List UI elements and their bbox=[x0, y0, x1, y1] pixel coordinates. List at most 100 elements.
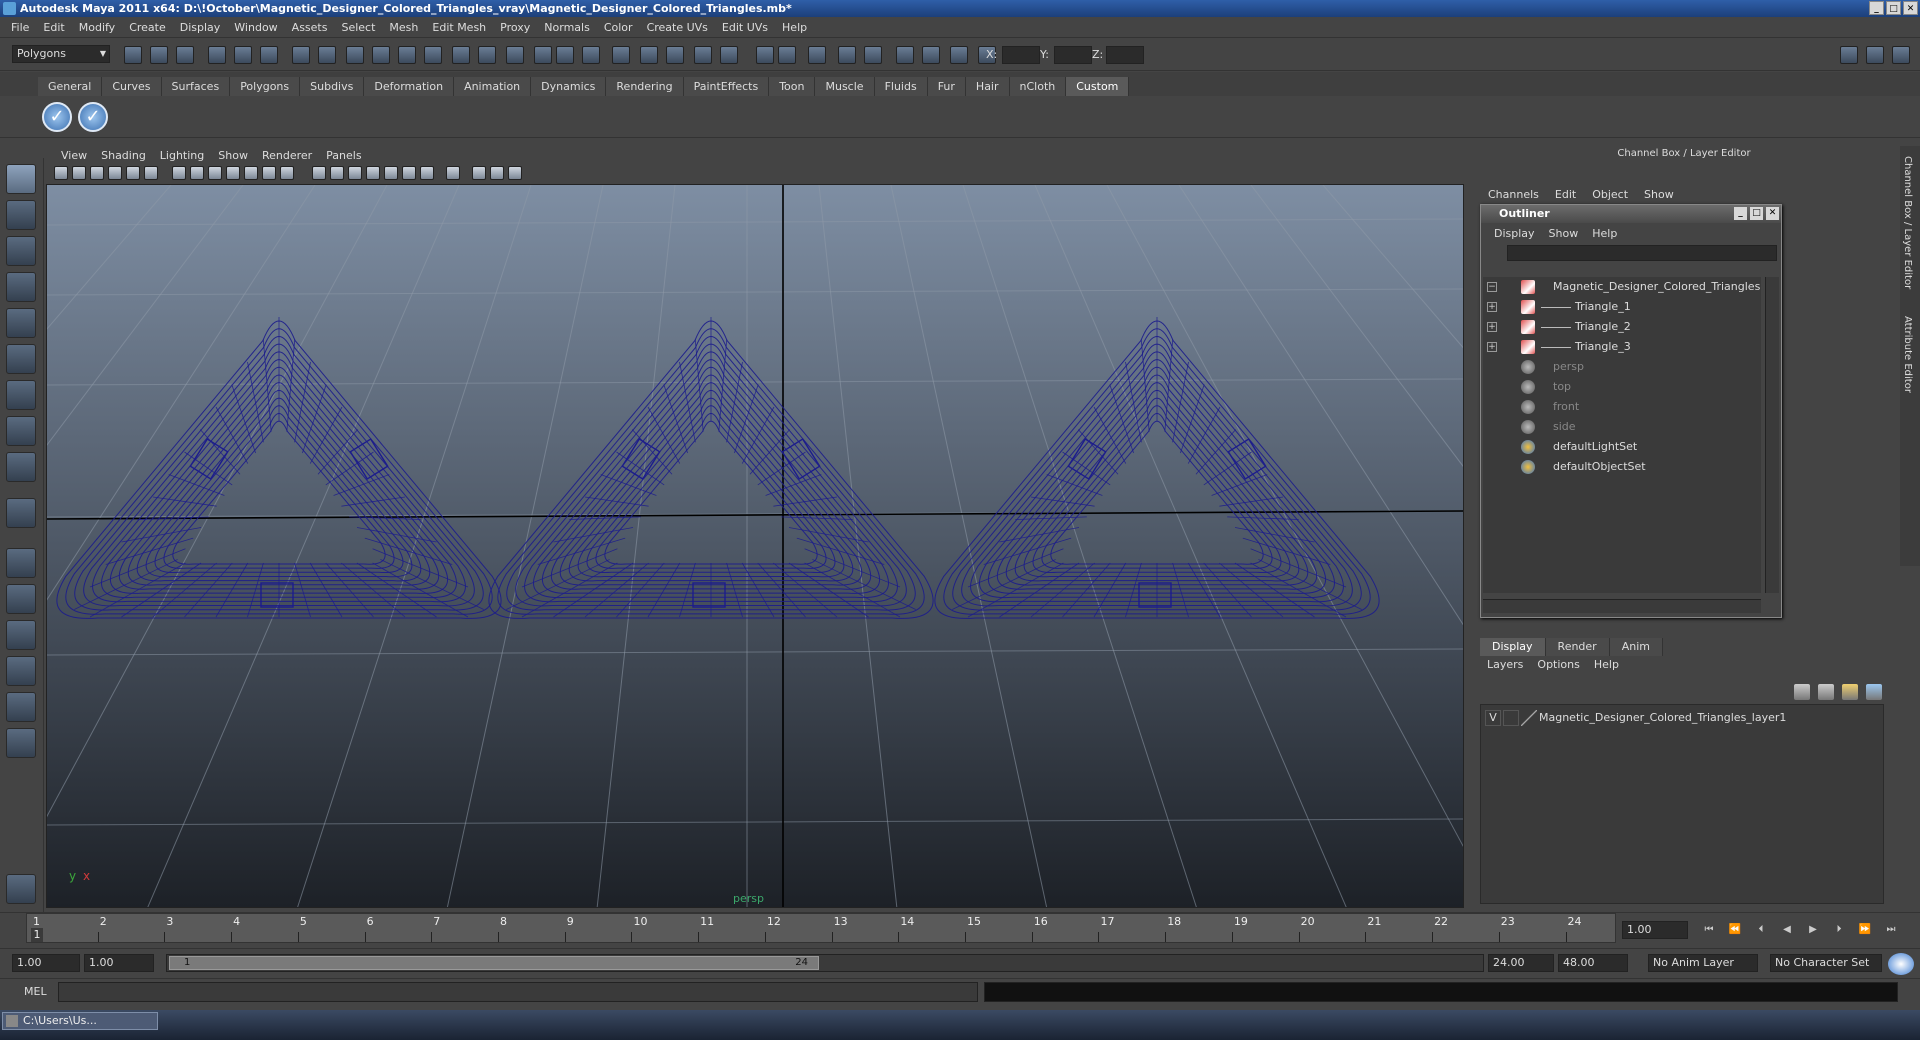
layer-color-swatch[interactable] bbox=[1521, 710, 1537, 726]
universal-manipulator-icon[interactable] bbox=[6, 380, 36, 410]
side-tab-attribute-editor[interactable]: Attribute Editor bbox=[1902, 316, 1913, 393]
shelf-tab-animation[interactable]: Animation bbox=[454, 77, 532, 96]
channel-box-menu-object[interactable]: Object bbox=[1584, 188, 1636, 201]
playback-start-field[interactable]: 1.00 bbox=[84, 954, 154, 972]
status-tool-icon-12[interactable] bbox=[424, 46, 442, 64]
side-tab-channel-box[interactable]: Channel Box / Layer Editor bbox=[1902, 156, 1913, 289]
status-tool-icon-10[interactable] bbox=[372, 46, 390, 64]
status-tool-icon-19[interactable] bbox=[612, 46, 630, 64]
viewport-tool-icon-1[interactable] bbox=[54, 166, 68, 180]
animation-start-field[interactable]: 1.00 bbox=[12, 954, 80, 972]
expand-icon[interactable]: − bbox=[1487, 282, 1497, 292]
outliner-item[interactable]: top bbox=[1483, 377, 1761, 397]
animation-end-field[interactable]: 48.00 bbox=[1558, 954, 1628, 972]
outliner-item[interactable]: persp bbox=[1483, 357, 1761, 377]
shelf-tab-custom[interactable]: Custom bbox=[1066, 77, 1130, 96]
status-tool-icon-31[interactable] bbox=[950, 46, 968, 64]
shelf-tab-general[interactable]: General bbox=[38, 77, 103, 96]
viewport-tool-icon-18[interactable] bbox=[384, 166, 398, 180]
range-bar[interactable]: 1 24 bbox=[166, 954, 1484, 972]
four-view-layout-icon[interactable] bbox=[6, 584, 36, 614]
shelf-tab-subdivs[interactable]: Subdivs bbox=[300, 77, 365, 96]
shelf-tab-toon[interactable]: Toon bbox=[769, 77, 816, 96]
status-tool-icon-14[interactable] bbox=[478, 46, 496, 64]
paint-select-tool-icon[interactable] bbox=[6, 236, 36, 266]
menu-window[interactable]: Window bbox=[227, 21, 284, 34]
menu-select[interactable]: Select bbox=[334, 21, 382, 34]
status-tool-icon-24[interactable] bbox=[756, 46, 774, 64]
viewport-tool-icon-13[interactable] bbox=[280, 166, 294, 180]
hypershade-persp-layout-icon[interactable] bbox=[6, 692, 36, 722]
status-tool-icon-18[interactable] bbox=[582, 46, 600, 64]
status-tool-icon-3[interactable] bbox=[176, 46, 194, 64]
step-forward-frame-icon[interactable]: ⏩ bbox=[1858, 923, 1872, 937]
status-tool-icon-6[interactable] bbox=[260, 46, 278, 64]
scene-canvas[interactable] bbox=[47, 185, 1464, 908]
outliner-item[interactable]: defaultObjectSet bbox=[1483, 457, 1761, 477]
y-field[interactable] bbox=[1054, 46, 1092, 64]
shelf-tab-ncloth[interactable]: nCloth bbox=[1009, 77, 1067, 96]
layer-option-icon-1[interactable] bbox=[1842, 684, 1858, 700]
x-field[interactable] bbox=[1002, 46, 1040, 64]
layer-option-icon-2[interactable] bbox=[1866, 684, 1882, 700]
soft-modification-icon[interactable] bbox=[6, 416, 36, 446]
status-tool-icon-29[interactable] bbox=[896, 46, 914, 64]
command-language-label[interactable]: MEL bbox=[6, 984, 56, 1000]
viewport-tool-icon-6[interactable] bbox=[144, 166, 158, 180]
menu-proxy[interactable]: Proxy bbox=[493, 21, 537, 34]
z-field[interactable] bbox=[1106, 46, 1144, 64]
shelf-tab-rendering[interactable]: Rendering bbox=[606, 77, 684, 96]
taskbar-item[interactable]: C:\Users\Us... bbox=[2, 1012, 158, 1030]
time-ruler[interactable]: 1 2 3 4 5 6 7 8 9 10 11 12 13 14 15 16 17 18 19 20 21 22 23 24 1 bbox=[26, 913, 1616, 943]
single-perspective-layout-icon[interactable] bbox=[6, 548, 36, 578]
step-forward-key-icon[interactable]: ⏵ bbox=[1832, 923, 1846, 937]
shelf-tab-deformation[interactable]: Deformation bbox=[364, 77, 455, 96]
viewport-menu-lighting[interactable]: Lighting bbox=[153, 149, 211, 162]
outliner-maximize-button[interactable]: □ bbox=[1750, 207, 1763, 220]
play-forwards-icon[interactable]: ▶ bbox=[1806, 923, 1820, 937]
new-layer-selected-icon[interactable] bbox=[1818, 684, 1834, 700]
outliner-menu-show[interactable]: Show bbox=[1542, 227, 1586, 240]
viewport-tool-icon-8[interactable] bbox=[190, 166, 204, 180]
move-tool-icon[interactable] bbox=[6, 272, 36, 302]
menu-set-selector[interactable]: Polygons bbox=[12, 45, 110, 63]
shelf-tab-polygons[interactable]: Polygons bbox=[230, 77, 301, 96]
status-tool-icon-16[interactable] bbox=[534, 46, 552, 64]
viewport-menu-view[interactable]: View bbox=[54, 149, 94, 162]
new-layer-icon[interactable] bbox=[1794, 684, 1810, 700]
snap-icon[interactable] bbox=[6, 874, 36, 904]
status-tool-icon-25[interactable] bbox=[778, 46, 796, 64]
outliner-close-button[interactable]: ✕ bbox=[1766, 207, 1779, 220]
viewport-tool-icon-16[interactable] bbox=[348, 166, 362, 180]
layer-menu-options[interactable]: Options bbox=[1530, 658, 1586, 671]
outliner-filter-field[interactable] bbox=[1507, 245, 1777, 261]
layer-tab-anim[interactable]: Anim bbox=[1609, 638, 1663, 656]
channel-box-menu-channels[interactable]: Channels bbox=[1480, 188, 1547, 201]
channel-box-menu-edit[interactable]: Edit bbox=[1547, 188, 1584, 201]
outliner-item[interactable]: defaultLightSet bbox=[1483, 437, 1761, 457]
last-tool-icon[interactable] bbox=[6, 498, 36, 528]
outliner-item[interactable]: front bbox=[1483, 397, 1761, 417]
layer-menu-help[interactable]: Help bbox=[1587, 658, 1626, 671]
outliner-item[interactable]: side bbox=[1483, 417, 1761, 437]
channel-box-toggle-icon[interactable] bbox=[1840, 46, 1858, 64]
triangle-wireframe-2[interactable] bbox=[488, 317, 934, 619]
character-set-selector[interactable]: No Character Set bbox=[1770, 954, 1882, 972]
current-frame-field[interactable]: 1.00 bbox=[1622, 921, 1688, 939]
outliner-menu-display[interactable]: Display bbox=[1487, 227, 1542, 240]
viewport-tool-icon-9[interactable] bbox=[208, 166, 222, 180]
status-tool-icon-1[interactable] bbox=[124, 46, 142, 64]
status-tool-icon-9[interactable] bbox=[346, 46, 364, 64]
persp-graph-layout-icon[interactable] bbox=[6, 656, 36, 686]
viewport-tool-icon-11[interactable] bbox=[244, 166, 258, 180]
status-tool-icon-23[interactable] bbox=[720, 46, 738, 64]
show-manipulator-icon[interactable] bbox=[6, 452, 36, 482]
viewport-menu-show[interactable]: Show bbox=[211, 149, 255, 162]
viewport-tool-icon-24[interactable] bbox=[508, 166, 522, 180]
play-backwards-icon[interactable]: ◀ bbox=[1780, 923, 1794, 937]
viewport-tool-icon-12[interactable] bbox=[262, 166, 276, 180]
layer-tab-display[interactable]: Display bbox=[1480, 638, 1546, 656]
viewport-menu-shading[interactable]: Shading bbox=[94, 149, 153, 162]
range-handle[interactable]: 1 24 bbox=[169, 956, 819, 970]
status-tool-icon-20[interactable] bbox=[640, 46, 658, 64]
